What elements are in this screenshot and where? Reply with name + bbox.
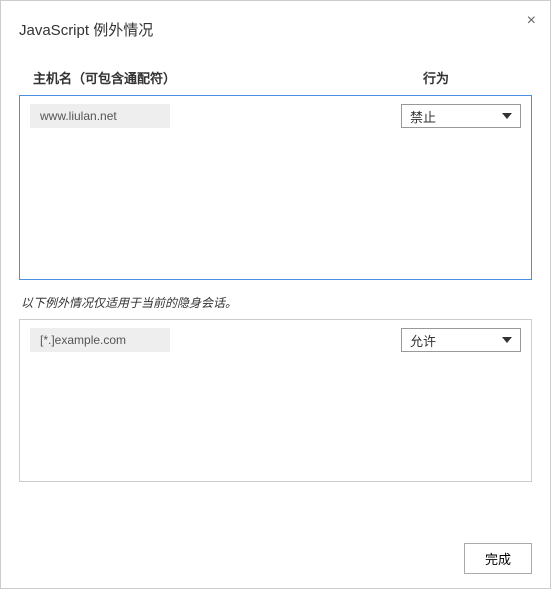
dialog-title: JavaScript 例外情况 (19, 19, 532, 40)
chevron-down-icon (502, 113, 512, 119)
behavior-value: 允许 (410, 331, 436, 350)
close-icon[interactable]: × (527, 13, 536, 29)
table-row: www.liulan.net 禁止 (30, 104, 521, 128)
dialog-footer: 完成 (464, 543, 532, 574)
column-headers: 主机名（可包含通配符） 行为 (19, 68, 532, 87)
behavior-select[interactable]: 禁止 (401, 104, 521, 128)
hostname-field[interactable]: [*.]example.com (30, 328, 170, 352)
incognito-exceptions-list[interactable]: [*.]example.com 允许 (19, 319, 532, 482)
behavior-value: 禁止 (410, 107, 436, 126)
exceptions-list[interactable]: www.liulan.net 禁止 (19, 95, 532, 280)
table-row: [*.]example.com 允许 (30, 328, 521, 352)
exceptions-dialog: × JavaScript 例外情况 主机名（可包含通配符） 行为 www.liu… (0, 0, 551, 589)
hostname-header: 主机名（可包含通配符） (33, 68, 423, 87)
behavior-header: 行为 (423, 68, 518, 87)
done-button[interactable]: 完成 (464, 543, 532, 574)
hostname-field[interactable]: www.liulan.net (30, 104, 170, 128)
incognito-note: 以下例外情况仅适用于当前的隐身会话。 (19, 294, 532, 311)
chevron-down-icon (502, 337, 512, 343)
behavior-select[interactable]: 允许 (401, 328, 521, 352)
